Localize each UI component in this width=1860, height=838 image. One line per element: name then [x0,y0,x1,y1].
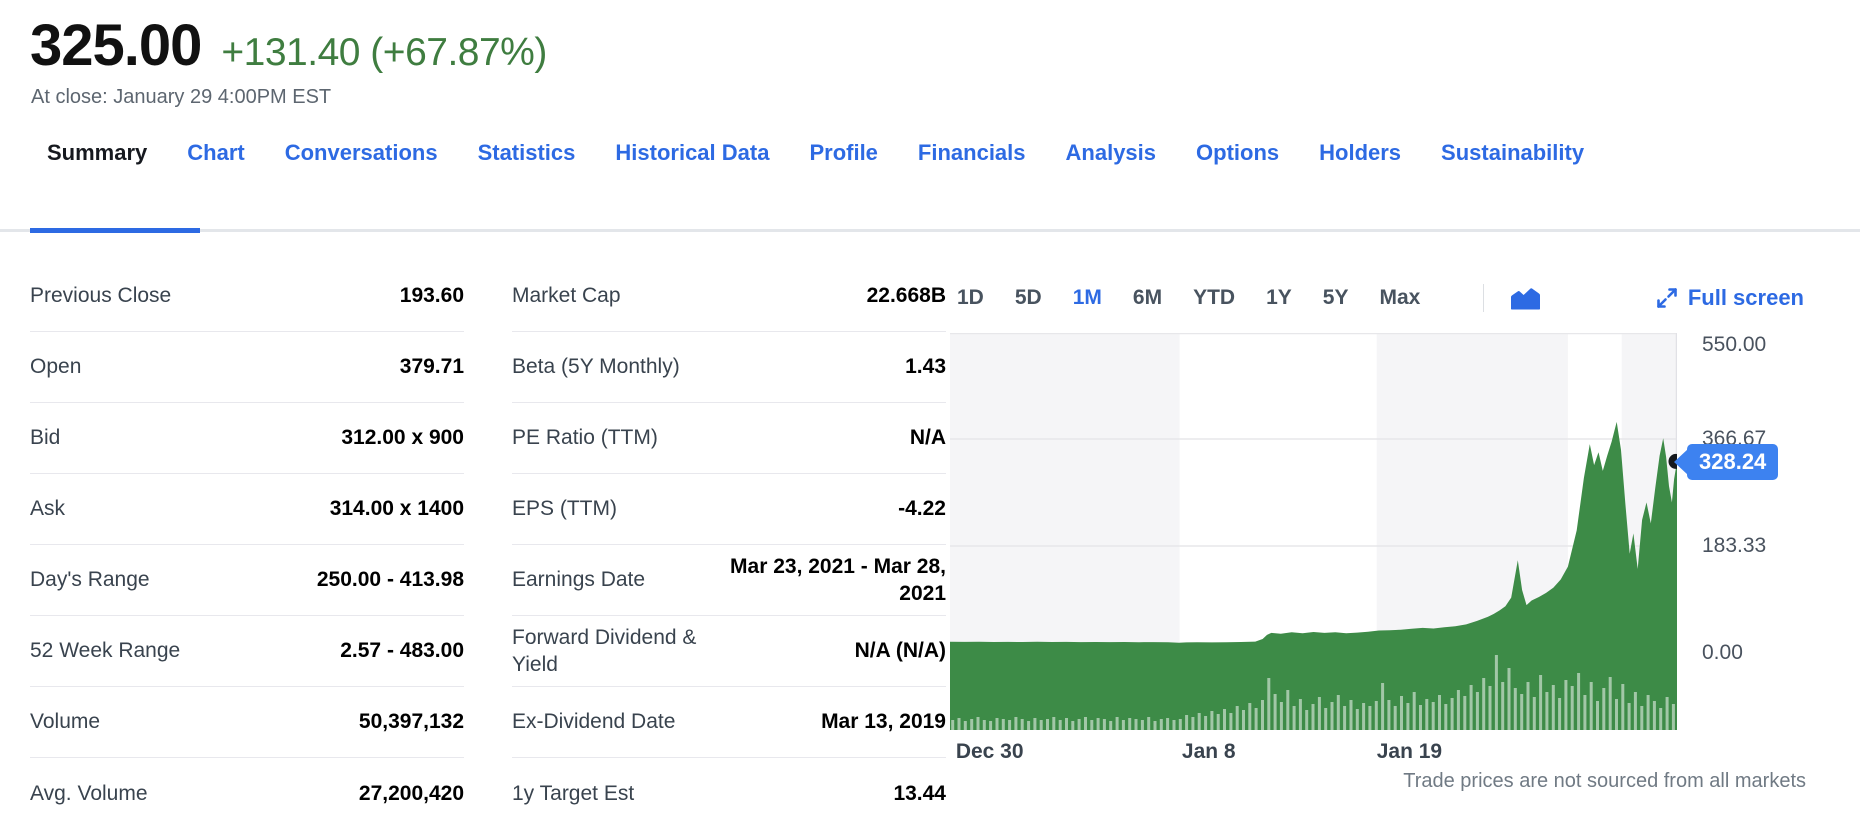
range-button-group: 1D 5D 1M 6M YTD 1Y 5Y Max [957,286,1451,310]
quote-header: 325.00 +131.40 (+67.87%) [30,12,547,79]
y-axis-label: 550.00 [1702,333,1767,356]
range-button-max[interactable]: Max [1379,286,1420,310]
range-button-5y[interactable]: 5Y [1323,286,1349,310]
tab-holders[interactable]: Holders [1319,140,1401,166]
tab-chart[interactable]: Chart [187,140,244,166]
expand-arrows-icon [1657,288,1677,308]
quote-row-value: 27,200,420 [358,781,464,805]
full-screen-label: Full screen [1687,285,1804,310]
tab-financials[interactable]: Financials [918,140,1026,166]
quote-row-value: Mar 13, 2019 [821,710,946,734]
last-price-badge: 328.24 [1687,444,1779,480]
y-axis-label: 0.00 [1702,641,1743,664]
tab-historical-data[interactable]: Historical Data [615,140,769,166]
price-chart-plot[interactable] [950,332,1684,730]
quote-row-value: 379.71 [399,355,464,379]
x-axis-label: Jan 8 [1181,740,1236,763]
range-button-5d[interactable]: 5D [1015,286,1042,310]
quote-row-day-s-range: Day's Range 250.00 - 413.98 [30,545,464,616]
quote-row-label: PE Ratio (TTM) [512,426,658,450]
quote-row-bid: Bid 312.00 x 900 [30,403,464,474]
quote-row-label: Forward Dividend & Yield [512,625,697,676]
price-change: +131.40 (+67.87%) [221,31,547,74]
tab-analysis[interactable]: Analysis [1066,140,1157,166]
quote-row-forward-dividend-yield: Forward Dividend & Yield N/A (N/A) [512,616,946,687]
quote-row-value: Mar 23, 2021 - Mar 28, 2021 [730,554,946,605]
range-button-1y[interactable]: 1Y [1266,286,1292,310]
quote-row-label: EPS (TTM) [512,497,617,521]
tab-sustainability[interactable]: Sustainability [1441,140,1584,166]
quote-row-label: 1y Target Est [512,781,635,805]
tab-conversations[interactable]: Conversations [285,140,438,166]
quote-row-label: Avg. Volume [30,781,148,805]
quote-row-previous-close: Previous Close 193.60 [30,261,464,332]
quote-row-label: Beta (5Y Monthly) [512,355,680,379]
quote-row-avg-volume: Avg. Volume 27,200,420 [30,758,464,829]
quote-row-ask: Ask 314.00 x 1400 [30,474,464,545]
quote-row-label: Ex-Dividend Date [512,710,676,734]
at-close-timestamp: At close: January 29 4:00PM EST [31,86,332,108]
range-button-6m[interactable]: 6M [1133,286,1162,310]
quote-row-ex-dividend-date: Ex-Dividend Date Mar 13, 2019 [512,687,946,758]
quote-row-value: 314.00 x 1400 [329,497,464,521]
range-button-1m[interactable]: 1M [1073,286,1102,310]
quote-row-market-cap: Market Cap 22.668B [512,261,946,332]
quote-table-left: Previous Close 193.60 Open 379.71 Bid 312.00 … [30,261,464,829]
full-screen-button[interactable]: Full screen [1655,285,1804,311]
quote-row-pe-ratio-ttm: PE Ratio (TTM) N/A [512,403,946,474]
quote-row-label: Bid [30,426,61,450]
tab-statistics[interactable]: Statistics [478,140,576,166]
quote-row-1y-target-est: 1y Target Est 13.44 [512,758,946,829]
quote-page: 325.00 +131.40 (+67.87%) At close: Janua… [0,0,1860,838]
range-button-1d[interactable]: 1D [957,286,984,310]
quote-row-label: Day's Range [30,568,150,592]
quote-row-label: Volume [30,710,101,734]
quote-row-value: N/A (N/A) [854,639,946,663]
quote-row-value: 312.00 x 900 [341,426,464,450]
quote-row-value: 250.00 - 413.98 [316,568,464,592]
quote-row-eps-ttm: EPS (TTM) -4.22 [512,474,946,545]
quote-table-right: Market Cap 22.668B Beta (5Y Monthly) 1.43 PE… [512,261,946,829]
current-price: 325.00 [30,13,202,78]
quote-row-value: 22.668B [866,284,946,308]
active-tab-underline [30,228,200,233]
trade-prices-disclaimer: Trade prices are not sourced from all ma… [1403,770,1806,792]
tab-profile[interactable]: Profile [809,140,877,166]
chart-module: 1D 5D 1M 6M YTD 1Y 5Y Max Full screen 550 [950,262,1812,838]
quote-row-label: Open [30,355,82,379]
quote-row-label: Ask [30,497,66,521]
area-chart-icon[interactable] [1510,287,1541,310]
quote-row-earnings-date: Earnings Date Mar 23, 2021 - Mar 28, 2021 [512,545,946,616]
toolbar-divider [1483,284,1485,312]
y-axis-label: 183.33 [1702,534,1767,557]
quote-row-value: -4.22 [898,497,946,521]
quote-row-value: 193.60 [399,284,464,308]
chart-toolbar: 1D 5D 1M 6M YTD 1Y 5Y Max Full screen [950,282,1812,314]
quote-row-volume: Volume 50,397,132 [30,687,464,758]
quote-row-value: N/A [909,426,946,450]
x-axis-label: Jan 19 [1376,740,1443,763]
tab-bar-border [0,229,1860,232]
quote-row-label: 52 Week Range [30,639,181,663]
quote-row-label: Earnings Date [512,568,646,592]
quote-row-label: Market Cap [512,284,621,308]
quote-row-value: 2.57 - 483.00 [340,639,464,663]
quote-row-open: Open 379.71 [30,332,464,403]
quote-row-beta-5y-monthly: Beta (5Y Monthly) 1.43 [512,332,946,403]
range-button-ytd[interactable]: YTD [1193,286,1235,310]
quote-row-value: 50,397,132 [358,710,464,734]
x-axis-label: Dec 30 [955,740,1024,763]
tab-options[interactable]: Options [1196,140,1279,166]
quote-row-value: 1.43 [905,355,946,379]
quote-row-52-week-range: 52 Week Range 2.57 - 483.00 [30,616,464,687]
tab-bar: Summary Chart Conversations Statistics Histo… [47,140,1584,166]
tab-summary[interactable]: Summary [47,140,147,166]
quote-row-value: 13.44 [893,781,946,805]
quote-row-label: Previous Close [30,284,172,308]
